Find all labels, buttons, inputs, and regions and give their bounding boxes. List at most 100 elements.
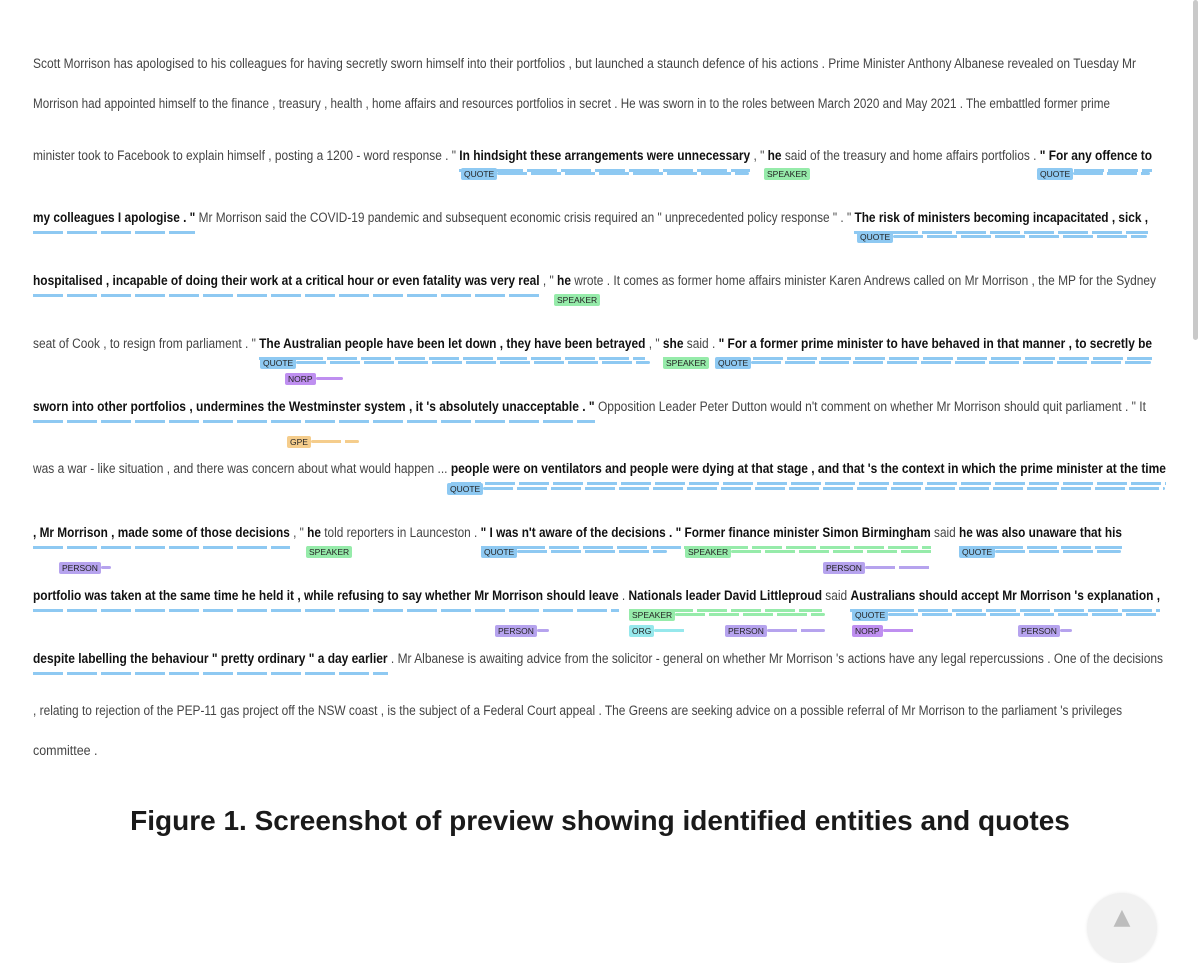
quote-underline — [33, 231, 196, 234]
highlighted-span: he was also unaware that his — [959, 525, 1122, 541]
quote-tag[interactable]: QUOTE — [852, 609, 889, 621]
arrow-up-icon: ▲ — [1113, 905, 1131, 930]
gpe-span-bar — [310, 440, 359, 443]
person-span-bar — [536, 629, 549, 632]
text-span: was a war - like situation , and there w… — [33, 461, 451, 477]
text-span: , " — [539, 273, 558, 289]
org-span-bar — [654, 629, 685, 632]
quote-span-bar — [1073, 172, 1150, 175]
quote-underline — [259, 357, 646, 360]
highlighted-span: my colleagues I apologise . " — [33, 210, 196, 226]
person-tag[interactable]: PERSON — [1018, 625, 1060, 637]
quote-underline — [718, 357, 1153, 360]
quote-span-bar — [751, 361, 1151, 364]
highlighted-span: Australians should accept Mr Morrison 's… — [850, 588, 1161, 604]
quote-underline — [450, 482, 1166, 485]
highlighted-span: " I was n't aware of the decisions . " — [480, 525, 682, 541]
text-span: said . — [683, 336, 719, 352]
quote-tag[interactable]: QUOTE — [481, 546, 518, 558]
quote-underline — [33, 420, 595, 423]
text-line: my colleagues I apologise . " Mr Morriso… — [33, 208, 1148, 228]
quote-tag[interactable]: QUOTE — [715, 357, 752, 369]
speaker-tag[interactable]: SPEAKER — [764, 168, 811, 180]
quote-underline — [33, 294, 540, 297]
text-span: , " — [645, 336, 663, 352]
text-span: Opposition Leader Peter Dutton would n't… — [594, 399, 1146, 415]
highlighted-span: people were on ventilators and people we… — [450, 461, 1166, 477]
org-tag[interactable]: ORG — [629, 625, 655, 637]
text-line: , Mr Morrison , made some of those decis… — [33, 523, 1122, 543]
norp-tag[interactable]: NORP — [852, 625, 883, 637]
text-span: . — [618, 588, 629, 604]
highlighted-span: despite labelling the behaviour " pretty… — [33, 651, 388, 667]
quote-underline — [850, 609, 1161, 612]
entity-preview: Scott Morrison has apologised to his col… — [0, 0, 1200, 780]
quote-underline — [854, 231, 1149, 234]
speaker-tag[interactable]: SPEAKER — [554, 294, 601, 306]
scroll-to-top-button[interactable]: ▲ — [1087, 893, 1157, 963]
quote-tag[interactable]: QUOTE — [857, 231, 894, 243]
quote-tag[interactable]: QUOTE — [260, 357, 297, 369]
text-span: . Mr Albanese is awaiting advice from th… — [387, 651, 1163, 667]
highlighted-span: Nationals leader David Littleproud — [628, 588, 822, 604]
text-line: , relating to rejection of the PEP-11 ga… — [33, 701, 1122, 721]
text-span: minister took to Facebook to explain him… — [33, 148, 460, 164]
norp-tag[interactable]: NORP — [285, 373, 316, 385]
quote-tag[interactable]: QUOTE — [447, 483, 484, 495]
highlighted-span: " For any offence to — [1039, 148, 1153, 164]
highlighted-span: Former finance minister Simon Birmingham — [684, 525, 931, 541]
text-span: said — [821, 588, 851, 604]
text-line: minister took to Facebook to explain him… — [33, 146, 1152, 166]
gpe-tag[interactable]: GPE — [287, 436, 311, 448]
text-span: Scott Morrison has apologised to his col… — [33, 56, 1137, 72]
person-tag[interactable]: PERSON — [823, 562, 865, 574]
text-line: committee . — [33, 741, 98, 761]
quote-span-bar — [893, 235, 1147, 238]
person-tag[interactable]: PERSON — [495, 625, 537, 637]
text-line: despite labelling the behaviour " pretty… — [33, 649, 1163, 669]
person-span-bar — [864, 566, 933, 569]
person-tag[interactable]: PERSON — [59, 562, 101, 574]
speaker-tag[interactable]: SPEAKER — [629, 609, 676, 621]
text-span: , " — [750, 148, 768, 164]
norp-span-bar — [882, 629, 916, 632]
highlighted-span: " For a former prime minister to have be… — [718, 336, 1153, 352]
text-line: hospitalised , incapable of doing their … — [33, 271, 1156, 291]
text-line: seat of Cook , to resign from parliament… — [33, 334, 1152, 354]
quote-span-bar — [497, 172, 749, 175]
text-line: Scott Morrison has apologised to his col… — [33, 54, 1136, 74]
person-tag[interactable]: PERSON — [725, 625, 767, 637]
person-span-bar — [100, 566, 111, 569]
highlighted-span: , Mr Morrison , made some of those decis… — [33, 525, 290, 541]
text-line: portfolio was taken at the same time he … — [33, 586, 1160, 606]
text-span: Morrison had appointed himself to the fi… — [33, 96, 1110, 112]
highlighted-span: he — [557, 273, 571, 289]
text-span: said — [930, 525, 960, 541]
text-span: , " — [289, 525, 308, 541]
quote-span-bar — [888, 613, 1158, 616]
quote-tag[interactable]: QUOTE — [1037, 168, 1074, 180]
text-span: said of the treasury and home affairs po… — [781, 148, 1040, 164]
speaker-tag[interactable]: SPEAKER — [685, 546, 732, 558]
speaker-tag[interactable]: SPEAKER — [663, 357, 710, 369]
text-line: was a war - like situation , and there w… — [33, 459, 1166, 479]
vertical-scrollbar[interactable] — [1193, 0, 1198, 340]
quote-span-bar — [296, 361, 650, 364]
quote-underline — [33, 672, 388, 675]
text-span: committee . — [33, 743, 98, 759]
highlighted-span: The risk of ministers becoming incapacit… — [854, 210, 1149, 226]
highlighted-span: sworn into other portfolios , undermines… — [33, 399, 595, 415]
quote-underline — [33, 546, 290, 549]
quote-tag[interactable]: QUOTE — [959, 546, 996, 558]
highlighted-span: he — [767, 148, 782, 164]
text-span: told reporters in Launceston . — [320, 525, 481, 541]
text-span: seat of Cook , to resign from parliament… — [33, 336, 260, 352]
highlighted-span: hospitalised , incapable of doing their … — [33, 273, 540, 289]
quote-tag[interactable]: QUOTE — [461, 168, 498, 180]
speaker-span-bar — [731, 550, 933, 553]
speaker-tag[interactable]: SPEAKER — [306, 546, 353, 558]
quote-span-bar — [995, 550, 1121, 553]
highlighted-span: In hindsight these arrangements were unn… — [459, 148, 751, 164]
highlighted-span: he — [307, 525, 321, 541]
text-line: Morrison had appointed himself to the fi… — [33, 94, 1110, 114]
